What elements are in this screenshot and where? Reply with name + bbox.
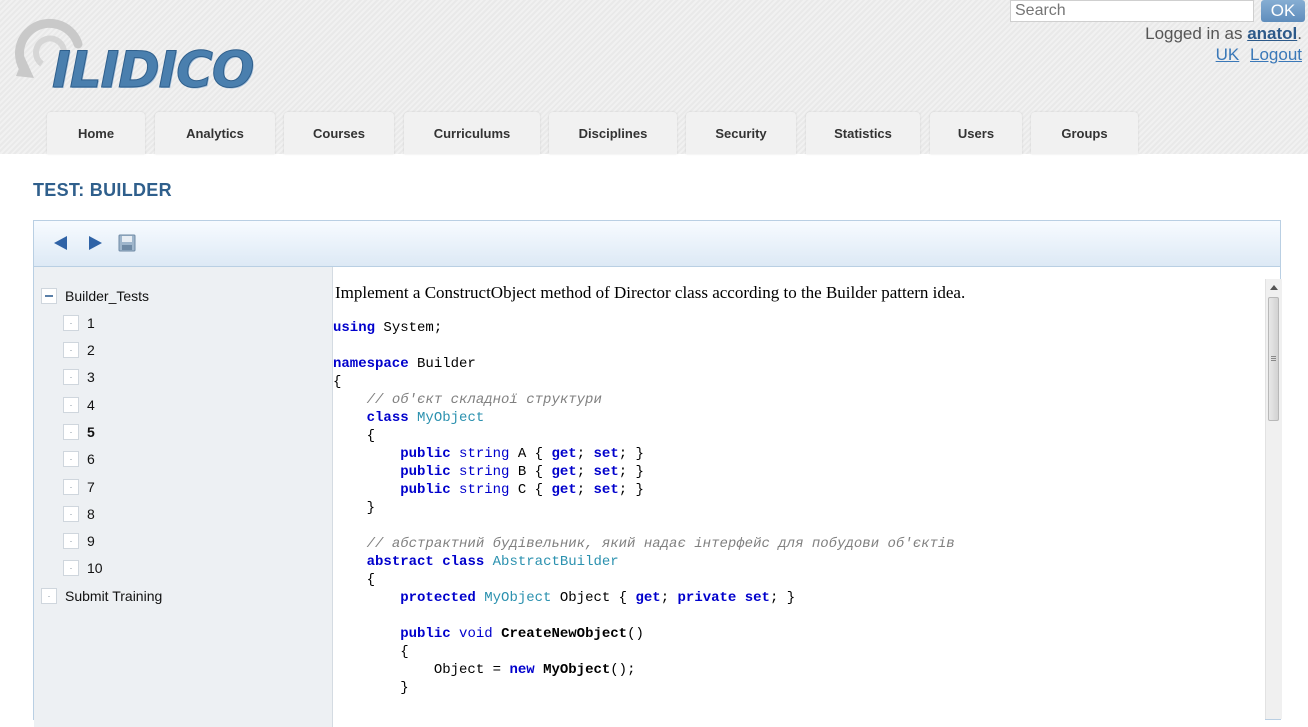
tree-item-5[interactable]: · 5	[63, 421, 95, 443]
login-suffix: .	[1297, 24, 1302, 43]
search-input[interactable]	[1010, 0, 1254, 22]
tree-leaf-icon: ·	[63, 424, 79, 440]
code-line: // об'єкт складної структури	[366, 392, 602, 408]
username-link[interactable]: anatol	[1247, 24, 1297, 43]
tree-leaf-icon: ·	[63, 342, 79, 358]
tab-groups[interactable]: Groups	[1031, 112, 1138, 154]
header: ILIDICO OK Logged in as anatol. UK Logou…	[0, 0, 1308, 154]
code-line: Object = new MyObject();	[333, 662, 636, 678]
tree-item-label: 4	[87, 397, 95, 413]
logo-text: ILIDICO	[51, 41, 254, 100]
tree-root[interactable]: Builder_Tests	[41, 285, 149, 307]
tree-item-label: 9	[87, 533, 95, 549]
scroll-up-icon[interactable]	[1266, 279, 1282, 295]
code-line: {	[333, 572, 376, 588]
tab-disciplines[interactable]: Disciplines	[549, 112, 677, 154]
tree-item-7[interactable]: · 7	[63, 476, 95, 498]
code-line: public string B { get; set; }	[400, 464, 644, 480]
tree-item-label: 2	[87, 342, 95, 358]
tree-item-10[interactable]: · 10	[63, 557, 103, 579]
tree-leaf-icon: ·	[63, 451, 79, 467]
tree-leaf-icon: ·	[63, 506, 79, 522]
logout-link[interactable]: Logout	[1250, 45, 1302, 64]
content-scrollbar[interactable]	[1265, 279, 1282, 719]
forward-arrow-icon[interactable]	[85, 233, 105, 253]
search-ok-button[interactable]: OK	[1261, 0, 1305, 22]
code-line: public string A { get; set; }	[400, 446, 644, 462]
tree-leaf-icon: ·	[63, 315, 79, 331]
code-line: class MyObject	[366, 410, 485, 426]
question-content: Implement a ConstructObject method of Di…	[333, 267, 1265, 727]
tree-leaf-icon: ·	[63, 479, 79, 495]
code-line: public void CreateNewObject()	[400, 626, 644, 642]
tree-item-3[interactable]: · 3	[63, 366, 95, 388]
user-links: UK Logout	[1210, 45, 1302, 65]
login-prefix: Logged in as	[1145, 24, 1248, 43]
tree-item-label: 6	[87, 451, 95, 467]
grip-line	[1271, 358, 1276, 359]
tree-item-label: 1	[87, 315, 95, 331]
tab-statistics[interactable]: Statistics	[806, 112, 920, 154]
tab-home[interactable]: Home	[47, 112, 145, 154]
login-status: Logged in as anatol.	[1145, 24, 1302, 44]
page-title: TEST: BUILDER	[33, 180, 172, 200]
submit-training-label: Submit Training	[65, 588, 163, 604]
tab-curriculums[interactable]: Curriculums	[404, 112, 540, 154]
tree-leaf-icon: ·	[63, 397, 79, 413]
tree-item-label: 8	[87, 506, 95, 522]
code-line: // абстрактний будівельник, який надає і…	[366, 536, 955, 552]
grip-line	[1271, 360, 1276, 361]
grip-line	[1271, 356, 1276, 357]
tree-root-label: Builder_Tests	[65, 288, 150, 304]
tab-security[interactable]: Security	[686, 112, 796, 154]
tree-item-label: 7	[87, 479, 95, 495]
tree-item-1[interactable]: · 1	[63, 312, 95, 334]
code-line: {	[333, 428, 376, 444]
code-block: using System; namespace Builder { // об'…	[333, 319, 955, 697]
tree-leaf-icon: ·	[63, 369, 79, 385]
code-line: using System;	[333, 320, 443, 336]
tree-submit-training[interactable]: · Submit Training	[41, 585, 162, 607]
save-icon[interactable]	[117, 233, 137, 253]
tab-courses[interactable]: Courses	[284, 112, 394, 154]
tree-leaf-icon: ·	[63, 560, 79, 576]
question-text: Implement a ConstructObject method of Di…	[335, 283, 966, 302]
tree-leaf-icon: ·	[63, 533, 79, 549]
code-line: public string C { get; set; }	[400, 482, 644, 498]
tab-users[interactable]: Users	[930, 112, 1022, 154]
code-line: abstract class AbstractBuilder	[366, 554, 619, 570]
code-line: protected MyObject Object { get; private…	[400, 590, 796, 606]
tree-item-8[interactable]: · 8	[63, 503, 95, 525]
back-arrow-icon[interactable]	[51, 233, 71, 253]
toolbar	[34, 221, 1280, 267]
tree-item-label: 3	[87, 369, 95, 385]
tab-analytics[interactable]: Analytics	[155, 112, 275, 154]
tree-item-9[interactable]: · 9	[63, 530, 95, 552]
code-line: }	[333, 680, 409, 696]
test-panel: Builder_Tests · 1 · 2 · 3 · 4 · 5 · 6 · …	[33, 220, 1282, 727]
question-tree: Builder_Tests · 1 · 2 · 3 · 4 · 5 · 6 · …	[34, 267, 333, 727]
tree-item-2[interactable]: · 2	[63, 339, 95, 361]
language-link[interactable]: UK	[1216, 45, 1240, 64]
logo[interactable]: ILIDICO	[12, 14, 255, 100]
tree-item-label: 10	[87, 560, 103, 576]
tree-leaf-icon: ·	[41, 588, 57, 604]
code-line: {	[333, 374, 342, 390]
tree-item-label-selected: 5	[87, 424, 95, 440]
scroll-thumb[interactable]	[1268, 297, 1279, 421]
tree-item-4[interactable]: · 4	[63, 394, 95, 416]
tree-item-6[interactable]: · 6	[63, 448, 95, 470]
code-line: {	[333, 644, 409, 660]
collapse-icon[interactable]	[41, 288, 57, 304]
code-line: namespace Builder	[333, 356, 476, 372]
code-line: }	[333, 500, 376, 516]
